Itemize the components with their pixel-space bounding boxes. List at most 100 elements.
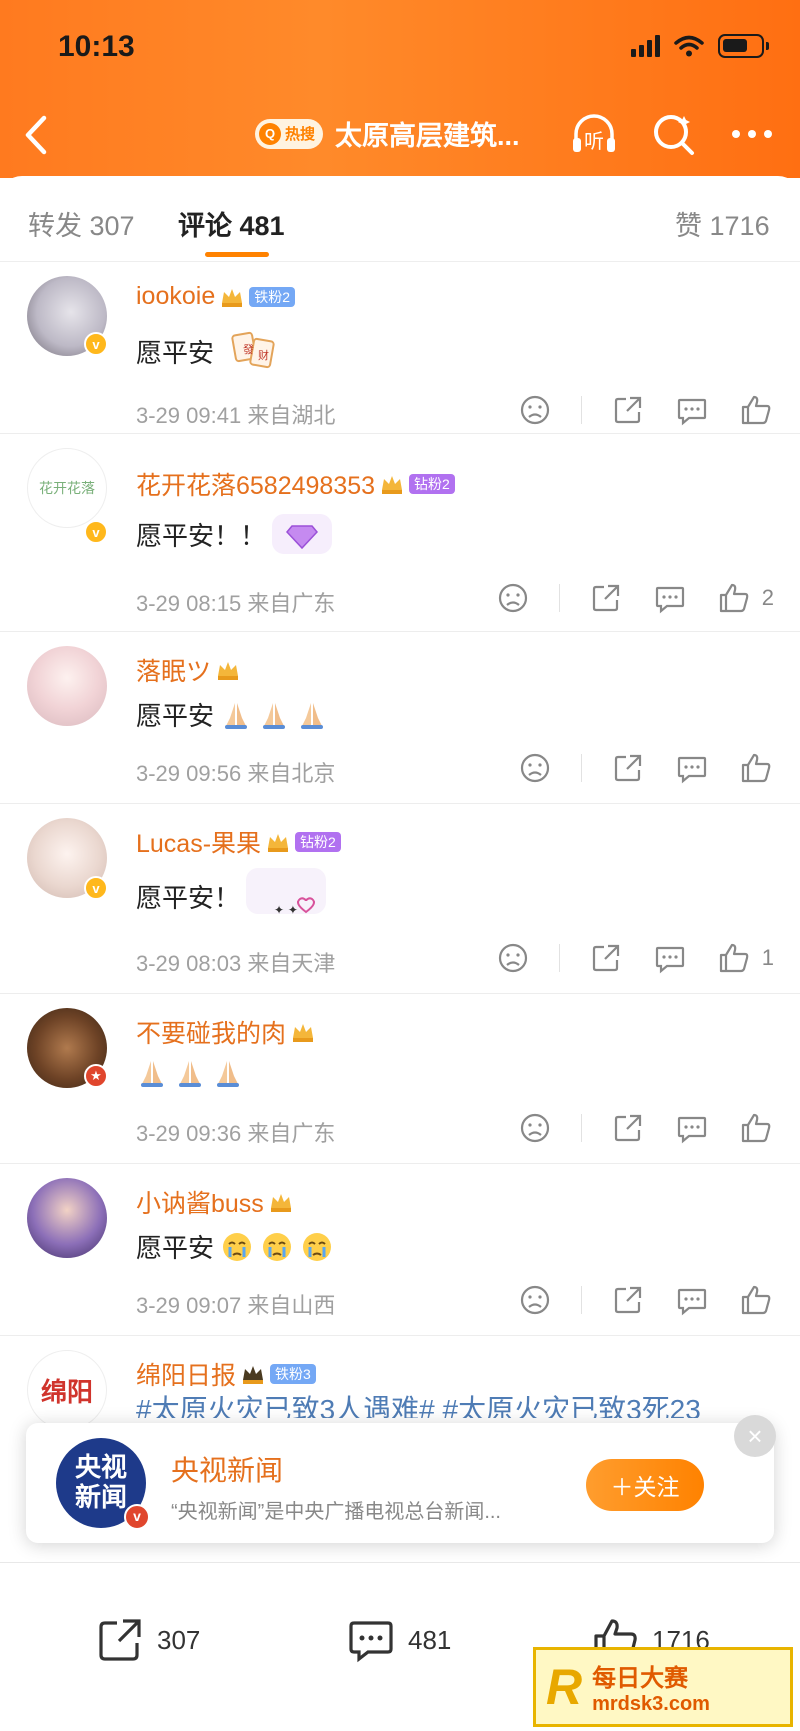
share-icon[interactable] <box>610 750 646 786</box>
fan-level-badge: 铁粉3 <box>270 1364 316 1384</box>
comment-time: 3-29 09:56 <box>136 761 242 786</box>
fan-level-badge: 钻粉2 <box>409 474 455 494</box>
crying-face-icon <box>263 1232 292 1261</box>
reply-icon[interactable] <box>652 940 688 976</box>
comment-time: 3-29 09:36 <box>136 1121 242 1146</box>
comment-text: 愿平安！ <box>136 882 241 913</box>
username[interactable]: 花开花落6582498353 <box>136 466 375 502</box>
repost-button[interactable]: 307 <box>95 1615 200 1665</box>
praying-hands-icon <box>301 702 324 729</box>
verified-badge-icon: v <box>84 332 108 356</box>
battery-icon <box>718 34 769 58</box>
comment-item[interactable]: v Lucas-果果 钻粉2 愿平安！ ✦ ✦ 3-29 08:03 来自天津 … <box>0 804 800 994</box>
back-arrow-icon[interactable] <box>18 110 54 160</box>
crown-icon <box>222 288 243 307</box>
comment-text: 愿平安 <box>136 337 215 368</box>
praying-hands-icon <box>179 1061 201 1087</box>
username[interactable]: 落眠ツ <box>136 652 211 688</box>
comment-item[interactable]: 花开花落 v 花开花落6582498353 钻粉2 愿平安！！ 3-29 08:… <box>0 434 800 632</box>
comment-item[interactable]: ★ 不要碰我的肉 3-29 09:36 来自广东 <box>0 994 800 1164</box>
avatar[interactable]: 绵阳 <box>27 1350 107 1430</box>
status-icons <box>631 34 769 58</box>
like-thumb-icon[interactable] <box>716 940 752 976</box>
status-time: 10:13 <box>58 30 135 63</box>
tab-comments[interactable]: 评论 481 <box>178 204 285 243</box>
like-control[interactable]: 2 <box>716 580 774 616</box>
username[interactable]: Lucas-果果 <box>136 824 261 860</box>
headphones-listen-icon[interactable]: 听 <box>568 108 620 160</box>
comment-item[interactable]: 小讷酱buss 愿平安 3-29 09:07 来自山西 <box>0 1164 800 1336</box>
topic-header[interactable]: Q 热搜 太原高层建筑... <box>255 114 520 153</box>
like-thumb-icon[interactable] <box>716 580 752 616</box>
verified-badge-icon: ★ <box>84 1064 108 1088</box>
like-count: 2 <box>761 585 774 610</box>
like-thumb-icon[interactable] <box>738 1110 774 1146</box>
active-tab-indicator <box>205 252 269 257</box>
comment-text-hashtags[interactable]: #太原火灾已致3人遇难# #太原火灾已致3死23 <box>136 1388 776 1418</box>
share-icon[interactable] <box>588 940 624 976</box>
follow-button[interactable]: ＋关注 <box>586 1459 704 1511</box>
like-control[interactable]: 1 <box>716 940 774 976</box>
share-icon[interactable] <box>610 1110 646 1146</box>
fan-level-badge: 铁粉2 <box>249 286 296 307</box>
comment-button[interactable]: 481 <box>346 1615 451 1665</box>
watermark-r-icon: R <box>546 1659 583 1715</box>
fan-level-badge: 钻粉2 <box>295 832 341 852</box>
dislike-face-icon[interactable] <box>495 580 531 616</box>
username[interactable]: 不要碰我的肉 <box>136 1014 286 1050</box>
reply-icon[interactable] <box>652 580 688 616</box>
share-icon[interactable] <box>588 580 624 616</box>
action-divider <box>558 584 560 612</box>
like-thumb-icon[interactable] <box>738 1282 774 1318</box>
tab-likes[interactable]: 赞 1716 <box>675 204 770 243</box>
comment-time: 3-29 08:03 <box>136 951 242 976</box>
comment-item[interactable]: 落眠ツ 愿平安 3-29 09:56 来自北京 <box>0 632 800 804</box>
action-divider <box>581 1286 582 1314</box>
like-thumb-icon[interactable] <box>738 750 774 786</box>
avatar[interactable] <box>27 1178 107 1258</box>
reply-icon[interactable] <box>674 392 710 428</box>
praying-hands-icon <box>225 702 248 729</box>
like-thumb-icon[interactable] <box>738 392 774 428</box>
reply-icon[interactable] <box>674 1110 710 1146</box>
action-divider <box>581 754 582 782</box>
svg-text:發: 發 <box>243 342 254 356</box>
username[interactable]: 绵阳日报 <box>136 1356 236 1392</box>
share-icon[interactable] <box>610 392 646 428</box>
tab-reposts[interactable]: 转发 307 <box>28 204 135 243</box>
comment-location: 来自湖北 <box>247 403 336 428</box>
reply-icon[interactable] <box>674 1282 710 1318</box>
dislike-face-icon[interactable] <box>517 750 553 786</box>
avatar[interactable] <box>27 646 107 726</box>
dislike-face-icon[interactable] <box>495 940 531 976</box>
follow-suggestion-card[interactable]: 央视 新闻 v 央视新闻 “央视新闻”是中央广播电视总台新闻... ＋关注 <box>26 1423 774 1543</box>
comment-item[interactable]: v iookoie 铁粉2 愿平安 發 财 3-29 09:41 来自湖北 <box>0 262 800 434</box>
action-divider <box>558 944 560 972</box>
watermark-title: 每日大赛 <box>592 1665 689 1692</box>
svg-text:✦ ✦: ✦ ✦ <box>274 903 298 917</box>
search-hot-icon: Q <box>259 122 281 145</box>
account-name[interactable]: 央视新闻 <box>171 1449 283 1489</box>
reply-icon[interactable] <box>674 750 710 786</box>
repost-count: 307 <box>157 1624 201 1655</box>
username[interactable]: iookoie <box>136 282 215 311</box>
watermark-url: mrdsk3.com <box>592 1693 710 1715</box>
dislike-face-icon[interactable] <box>517 1110 553 1146</box>
repost-icon <box>99 1619 141 1661</box>
dislike-face-icon[interactable] <box>517 1282 553 1318</box>
comment-time: 3-29 08:15 <box>136 591 242 616</box>
comment-count: 481 <box>408 1624 452 1655</box>
praying-hands-icon <box>141 1061 163 1087</box>
avatar[interactable]: 花开花落 <box>27 448 107 528</box>
share-icon[interactable] <box>610 1282 646 1318</box>
crown-icon <box>382 476 403 494</box>
crown-icon <box>243 1366 264 1384</box>
dislike-face-icon[interactable] <box>517 392 553 428</box>
close-icon[interactable]: × <box>734 1415 776 1457</box>
cctv-news-logo[interactable]: 央视 新闻 v <box>56 1438 150 1530</box>
search-icon[interactable] <box>648 108 700 160</box>
account-description: “央视新闻”是中央广播电视总台新闻... <box>171 1501 501 1523</box>
username[interactable]: 小讷酱buss <box>136 1184 264 1220</box>
more-icon[interactable] <box>726 108 778 160</box>
action-divider <box>581 1114 582 1142</box>
